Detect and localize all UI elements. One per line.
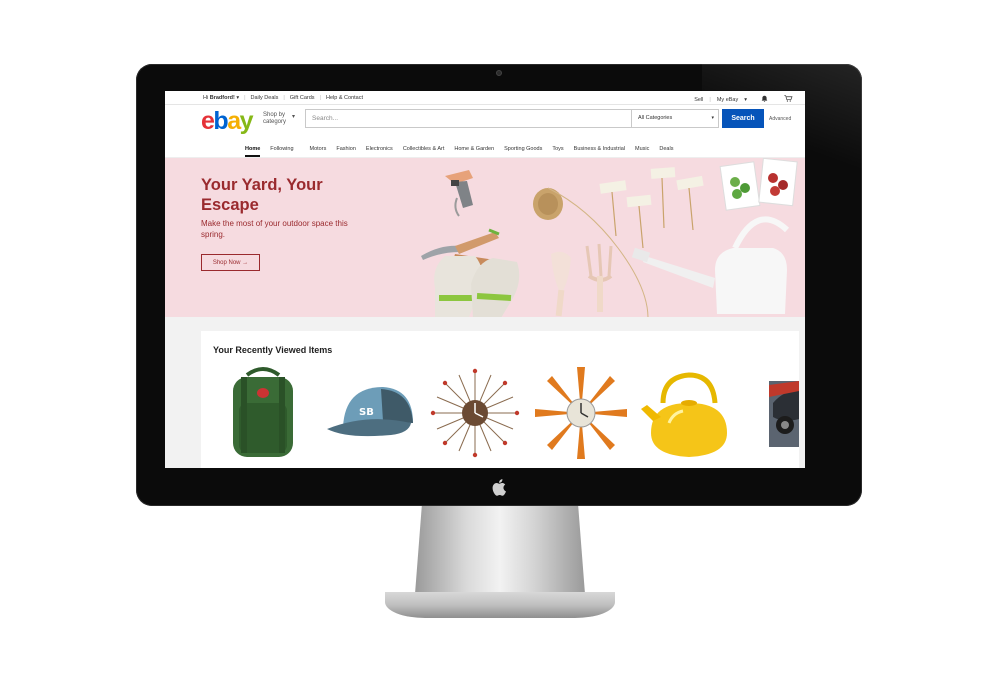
hero-title: Your Yard, Your Escape (201, 176, 323, 214)
nav-following[interactable]: Following (270, 146, 293, 152)
garden-fork-icon (585, 243, 613, 312)
ebay-logo[interactable]: ebay (201, 109, 254, 134)
garden-tools-illustration (421, 158, 798, 317)
nav-home[interactable]: Home (245, 146, 261, 157)
bell-icon[interactable] (761, 95, 768, 104)
kettle-icon (641, 372, 727, 457)
cap-icon: SB (327, 387, 413, 437)
nav-motors[interactable]: Motors (310, 146, 327, 152)
top-utility-bar: Hi Bradford! ▾ | Daily Deals | Gift Card… (165, 91, 805, 105)
shop-now-button[interactable]: Shop Now → (201, 254, 260, 271)
user-name: Bradford! (209, 95, 235, 101)
nav-electronics[interactable]: Electronics (366, 146, 393, 152)
monitor-stand-neck (415, 506, 585, 594)
recently-viewed-list: SB (201, 363, 799, 468)
monitor-stand-base (385, 592, 615, 618)
list-item[interactable] (639, 363, 735, 468)
list-item[interactable] (215, 363, 311, 468)
svg-text:SB: SB (359, 407, 374, 418)
sell-link[interactable]: Sell (694, 97, 703, 103)
my-ebay-link[interactable]: My eBay (717, 97, 738, 103)
nav-toys[interactable]: Toys (552, 146, 563, 152)
starburst-clock-icon (430, 368, 520, 458)
camera-icon (496, 70, 502, 76)
list-item[interactable] (769, 363, 799, 468)
user-greeting[interactable]: Hi Bradford! ▾ (203, 95, 239, 101)
chevron-down-icon: ▾ (292, 114, 296, 120)
divider: | (283, 95, 285, 101)
chevron-down-icon: ▾ (744, 96, 747, 103)
gift-cards-link[interactable]: Gift Cards (290, 95, 315, 101)
apple-logo-icon (490, 478, 510, 498)
nav-fashion[interactable]: Fashion (336, 146, 356, 152)
header: ebay Shop by category ▾ All Categories ▾… (165, 105, 805, 139)
divider: | (709, 96, 711, 103)
car-icon (769, 381, 799, 447)
hero-subtitle: Make the most of your outdoor space this… (201, 219, 348, 239)
nav-deals[interactable]: Deals (659, 146, 673, 152)
search-input[interactable] (306, 110, 630, 127)
category-select[interactable]: All Categories ▾ (631, 110, 719, 127)
nav-music[interactable]: Music (635, 146, 649, 152)
nav-home-garden[interactable]: Home & Garden (454, 146, 494, 152)
nav-collectibles-art[interactable]: Collectibles & Art (403, 146, 445, 152)
recently-viewed-title: Your Recently Viewed Items (213, 345, 333, 355)
divider: | (319, 95, 321, 101)
cart-icon[interactable] (784, 95, 793, 104)
search-box: All Categories ▾ (305, 109, 719, 128)
backpack-icon (233, 367, 293, 457)
nav-sporting-goods[interactable]: Sporting Goods (504, 146, 542, 152)
recently-viewed-section: Your Recently Viewed Items SB (201, 331, 799, 468)
nav-business-industrial[interactable]: Business & Industrial (574, 146, 625, 152)
browser-screen: Hi Bradford! ▾ | Daily Deals | Gift Card… (165, 91, 805, 468)
divider: | (244, 95, 246, 101)
category-nav: Home Following Motors Fashion Electronic… (165, 139, 805, 158)
shop-by-category-button[interactable]: Shop by category ▾ (263, 112, 303, 126)
seed-packets-icon (719, 158, 798, 211)
list-item[interactable] (533, 363, 629, 468)
daily-deals-link[interactable]: Daily Deals (251, 95, 279, 101)
plant-markers-icon (599, 167, 704, 249)
chevron-down-icon: ▾ (236, 95, 240, 101)
advanced-search-link[interactable]: Advanced (769, 116, 791, 122)
twine-spool-icon (533, 187, 649, 317)
sunburst-clock-icon (535, 367, 627, 459)
hero-banner[interactable]: Your Yard, Your Escape Make the most of … (165, 158, 805, 317)
search-button[interactable]: Search (722, 109, 764, 128)
garden-gloves-icon (434, 256, 520, 317)
trowel-icon (551, 251, 571, 317)
chevron-down-icon: ▾ (711, 115, 714, 121)
help-contact-link[interactable]: Help & Contact (326, 95, 363, 101)
list-item[interactable]: SB (321, 363, 417, 468)
list-item[interactable] (427, 363, 523, 468)
hose-nozzle-icon (445, 170, 473, 217)
watering-can-icon (631, 216, 790, 314)
